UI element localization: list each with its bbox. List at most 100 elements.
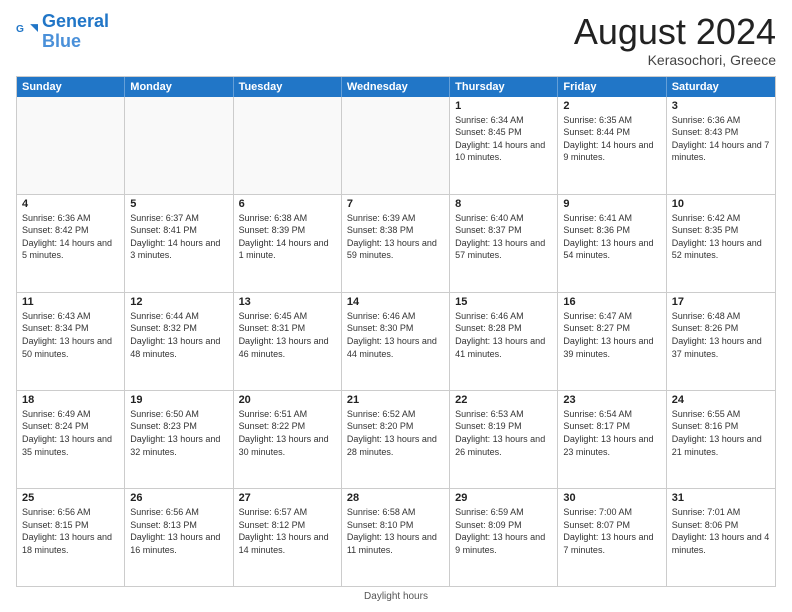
calendar-cell: 15 Sunrise: 6:46 AM Sunset: 8:28 PM Dayli… [450,293,558,390]
day-info: Sunrise: 6:36 AM Sunset: 8:43 PM Dayligh… [672,114,770,164]
day-number: 26 [130,492,227,504]
calendar-cell: 31 Sunrise: 7:01 AM Sunset: 8:06 PM Dayli… [667,489,775,586]
header-cell-sunday: Sunday [17,77,125,97]
day-number: 5 [130,198,227,210]
day-info: Sunrise: 6:54 AM Sunset: 8:17 PM Dayligh… [563,408,660,458]
day-info: Sunrise: 6:46 AM Sunset: 8:28 PM Dayligh… [455,310,552,360]
day-number: 11 [22,296,119,308]
day-info: Sunrise: 6:51 AM Sunset: 8:22 PM Dayligh… [239,408,336,458]
day-number: 22 [455,394,552,406]
calendar: SundayMondayTuesdayWednesdayThursdayFrid… [16,76,776,587]
day-number: 15 [455,296,552,308]
calendar-cell: 1 Sunrise: 6:34 AM Sunset: 8:45 PM Daylig… [450,97,558,194]
calendar-row-1: 1 Sunrise: 6:34 AM Sunset: 8:45 PM Daylig… [17,97,775,195]
day-info: Sunrise: 6:50 AM Sunset: 8:23 PM Dayligh… [130,408,227,458]
calendar-cell: 20 Sunrise: 6:51 AM Sunset: 8:22 PM Dayli… [234,391,342,488]
day-info: Sunrise: 6:34 AM Sunset: 8:45 PM Dayligh… [455,114,552,164]
calendar-cell: 9Sunrise: 6:41 AM Sunset: 8:36 PM Daylig… [558,195,666,292]
day-info: Sunrise: 6:41 AM Sunset: 8:36 PM Dayligh… [563,212,660,262]
calendar-cell: 6Sunrise: 6:38 AM Sunset: 8:39 PM Daylig… [234,195,342,292]
calendar-cell: 5Sunrise: 6:37 AM Sunset: 8:41 PM Daylig… [125,195,233,292]
day-number: 4 [22,198,119,210]
calendar-cell: 11 Sunrise: 6:43 AM Sunset: 8:34 PM Dayli… [17,293,125,390]
svg-text:G: G [16,24,24,35]
calendar-cell: 16 Sunrise: 6:47 AM Sunset: 8:27 PM Dayli… [558,293,666,390]
logo-text: GeneralBlue [42,12,109,52]
day-number: 1 [455,100,552,112]
calendar-cell: 12Sunrise: 6:44 AM Sunset: 8:32 PM Dayli… [125,293,233,390]
day-number: 2 [563,100,660,112]
calendar-cell: 7 Sunrise: 6:39 AM Sunset: 8:38 PM Daylig… [342,195,450,292]
calendar-body: 1 Sunrise: 6:34 AM Sunset: 8:45 PM Daylig… [17,97,775,586]
day-number: 10 [672,198,770,210]
day-info: Sunrise: 6:39 AM Sunset: 8:38 PM Dayligh… [347,212,444,262]
day-number: 3 [672,100,770,112]
day-number: 23 [563,394,660,406]
calendar-cell: 13 Sunrise: 6:45 AM Sunset: 8:31 PM Dayli… [234,293,342,390]
day-number: 27 [239,492,336,504]
day-info: Sunrise: 6:45 AM Sunset: 8:31 PM Dayligh… [239,310,336,360]
day-info: Sunrise: 6:59 AM Sunset: 8:09 PM Dayligh… [455,506,552,556]
header-cell-wednesday: Wednesday [342,77,450,97]
day-number: 21 [347,394,444,406]
header-cell-tuesday: Tuesday [234,77,342,97]
day-number: 12 [130,296,227,308]
calendar-cell: 18Sunrise: 6:49 AM Sunset: 8:24 PM Dayli… [17,391,125,488]
calendar-cell [342,97,450,194]
calendar-cell: 21 Sunrise: 6:52 AM Sunset: 8:20 PM Dayli… [342,391,450,488]
calendar-row-4: 18Sunrise: 6:49 AM Sunset: 8:24 PM Dayli… [17,391,775,489]
day-info: Sunrise: 6:52 AM Sunset: 8:20 PM Dayligh… [347,408,444,458]
day-number: 7 [347,198,444,210]
month-title: August 2024 [574,12,776,52]
calendar-cell: 25 Sunrise: 6:56 AM Sunset: 8:15 PM Dayli… [17,489,125,586]
calendar-cell: 27Sunrise: 6:57 AM Sunset: 8:12 PM Dayli… [234,489,342,586]
calendar-cell: 22 Sunrise: 6:53 AM Sunset: 8:19 PM Dayli… [450,391,558,488]
calendar-row-3: 11 Sunrise: 6:43 AM Sunset: 8:34 PM Dayli… [17,293,775,391]
day-number: 13 [239,296,336,308]
calendar-cell [125,97,233,194]
day-info: Sunrise: 6:40 AM Sunset: 8:37 PM Dayligh… [455,212,552,262]
logo: G GeneralBlue [16,12,109,52]
logo-icon: G [16,21,38,43]
day-info: Sunrise: 6:36 AM Sunset: 8:42 PM Dayligh… [22,212,119,262]
calendar-cell: 3 Sunrise: 6:36 AM Sunset: 8:43 PM Daylig… [667,97,775,194]
day-number: 28 [347,492,444,504]
calendar-cell: 24Sunrise: 6:55 AM Sunset: 8:16 PM Dayli… [667,391,775,488]
day-info: Sunrise: 6:56 AM Sunset: 8:15 PM Dayligh… [22,506,119,556]
location: Kerasochori, Greece [574,52,776,68]
day-info: Sunrise: 6:35 AM Sunset: 8:44 PM Dayligh… [563,114,660,164]
calendar-cell: 4 Sunrise: 6:36 AM Sunset: 8:42 PM Daylig… [17,195,125,292]
day-number: 25 [22,492,119,504]
day-number: 6 [239,198,336,210]
day-number: 31 [672,492,770,504]
day-info: Sunrise: 7:01 AM Sunset: 8:06 PM Dayligh… [672,506,770,556]
header-cell-saturday: Saturday [667,77,775,97]
day-number: 16 [563,296,660,308]
calendar-cell: 8 Sunrise: 6:40 AM Sunset: 8:37 PM Daylig… [450,195,558,292]
calendar-cell: 10 Sunrise: 6:42 AM Sunset: 8:35 PM Dayli… [667,195,775,292]
calendar-cell: 28Sunrise: 6:58 AM Sunset: 8:10 PM Dayli… [342,489,450,586]
day-info: Sunrise: 6:42 AM Sunset: 8:35 PM Dayligh… [672,212,770,262]
calendar-cell: 19 Sunrise: 6:50 AM Sunset: 8:23 PM Dayli… [125,391,233,488]
day-number: 30 [563,492,660,504]
day-info: Sunrise: 6:43 AM Sunset: 8:34 PM Dayligh… [22,310,119,360]
header-cell-monday: Monday [125,77,233,97]
day-info: Sunrise: 7:00 AM Sunset: 8:07 PM Dayligh… [563,506,660,556]
calendar-cell [17,97,125,194]
page-header: G GeneralBlue August 2024 Kerasochori, G… [16,12,776,68]
day-number: 8 [455,198,552,210]
calendar-cell: 14Sunrise: 6:46 AM Sunset: 8:30 PM Dayli… [342,293,450,390]
calendar-row-5: 25 Sunrise: 6:56 AM Sunset: 8:15 PM Dayli… [17,489,775,586]
footer-note: Daylight hours [16,591,776,602]
day-number: 20 [239,394,336,406]
calendar-cell: 26Sunrise: 6:56 AM Sunset: 8:13 PM Dayli… [125,489,233,586]
calendar-cell: 2 Sunrise: 6:35 AM Sunset: 8:44 PM Daylig… [558,97,666,194]
day-number: 29 [455,492,552,504]
day-info: Sunrise: 6:53 AM Sunset: 8:19 PM Dayligh… [455,408,552,458]
calendar-header: SundayMondayTuesdayWednesdayThursdayFrid… [17,77,775,97]
day-info: Sunrise: 6:48 AM Sunset: 8:26 PM Dayligh… [672,310,770,360]
day-info: Sunrise: 6:47 AM Sunset: 8:27 PM Dayligh… [563,310,660,360]
title-block: August 2024 Kerasochori, Greece [574,12,776,68]
calendar-cell: 23 Sunrise: 6:54 AM Sunset: 8:17 PM Dayli… [558,391,666,488]
day-number: 19 [130,394,227,406]
